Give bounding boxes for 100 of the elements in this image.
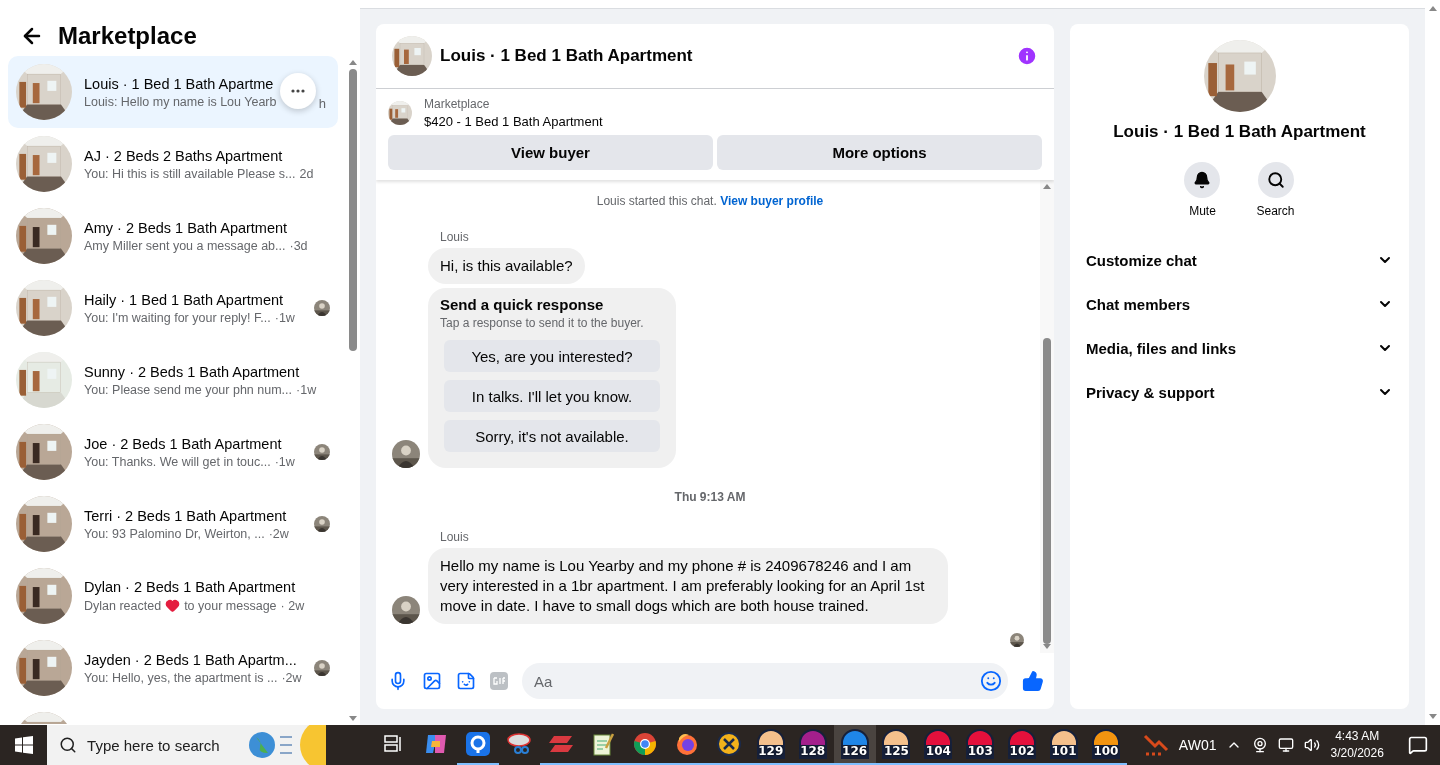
taskbar-app[interactable]: 104 [917,725,960,765]
chat-title: Louis · 1 Bed 1 Bath Apartment [440,46,694,66]
taskbar-app[interactable]: 101 [1043,725,1085,765]
timestamp: ·3d [289,238,308,253]
firefox-icon [675,732,699,756]
taskbar-app[interactable]: 126 [833,725,876,765]
quick-reply-button[interactable]: Sorry, it's not available. [444,420,660,452]
more-icon [291,89,305,93]
conversation-item[interactable]: Joe · 2 Beds 1 Bath Apartment You: Thanks. We will get in touc... ·1w [8,416,338,488]
conversation-item[interactable]: Dylan · 2 Beds 1 Bath Apartment Dylan reacted to your message · 2w [8,560,338,632]
task-view-icon [383,735,404,753]
clock[interactable]: 4:43 AM 3/20/2026 [1330,728,1384,762]
conversation-item[interactable]: Terri · 2 Beds 1 Bath Apartment You: 93 Palomino Dr, Weirton, ... ·2w [8,488,338,560]
message-preview: Amy Miller sent you a message ab... [84,238,286,253]
section-header[interactable]: Chat members [1086,282,1393,326]
taskbar-app[interactable]: 103 [959,725,1002,765]
conversation-item[interactable]: Louis · 1 Bed 1 Bath Apartme Louis: Hello my name is Lou Yearb h [8,56,338,128]
message-preview: You: Thanks. We will get in touc... [84,454,271,469]
conversation-title: Haily · 1 Bed 1 Bath Apartment [84,291,284,308]
conversation-item[interactable]: Amy · 2 Beds 1 Bath Apartment Amy Miller sent you a message ab... ·3d [8,200,338,272]
conversation-title: Sunny · 2 Beds 1 Bath Apartment [84,363,300,380]
conversation-title: Louis · 1 Bed 1 Bath Apartme [84,75,274,92]
sender-name: Louis [440,530,470,544]
info-icon[interactable] [1016,45,1038,67]
search-icon [1266,171,1285,189]
quick-reply-button[interactable]: Yes, are you interested? [444,340,660,372]
quick-response-title: Send a quick response [440,296,605,313]
volume-icon[interactable] [1304,737,1321,753]
webcam-icon[interactable] [1252,737,1269,753]
message-time: Thu 9:13 AM [674,490,746,504]
badge-count: 103 [966,744,994,758]
chat-notice: Louis started this chat. View buyer profile [596,194,824,208]
taskbar-app[interactable]: 125 [875,725,918,765]
message-preview: You: Please send me your phn num... [84,382,292,397]
taskbar-app[interactable]: 128 [791,725,834,765]
location-pin-icon [465,732,490,756]
message-preview: Louis: Hello my name is Lou Yearb [84,94,277,109]
timestamp: ·2w [281,670,302,685]
notepad-icon [592,732,615,756]
quick-reply-button[interactable]: In talks. I'll let you know. [444,380,660,412]
stripes-icon [548,734,575,754]
quick-response-hint: Tap a response to send it to the buyer. [440,316,645,330]
page-title: Marketplace [58,22,197,50]
action-button[interactable]: More options [717,135,1042,170]
search-icon [59,736,78,754]
badge-count: 100 [1092,744,1120,758]
sender-name: Louis [440,230,470,244]
badge-count: 104 [924,744,952,758]
microphone-icon[interactable] [388,671,408,691]
timestamp: 2d [299,166,314,181]
windows-logo-icon [14,736,33,754]
section-header[interactable]: Privacy & support [1086,370,1393,414]
conversation-title: Amy · 2 Beds 1 Bath Apartment [84,219,288,236]
buyer-profile-link[interactable]: View buyer profile [720,194,824,208]
conversation-item[interactable]: Jayden · 2 Beds 1 Bath Apartm... You: Hello, yes, the apartment is ... ·2w [8,632,338,704]
badge-count: 129 [757,744,785,758]
badge-count: 125 [882,744,910,758]
notifications-icon[interactable] [1407,735,1428,755]
thumbs-up-icon[interactable] [1022,670,1044,692]
conversation-title: Dylan · 2 Beds 1 Bath Apartment [84,579,296,595]
conversation-name: Louis · 1 Bed 1 Bath Apartment [1113,122,1366,142]
timestamp: ·1w [274,454,295,469]
message-preview: Dylan reacted [84,598,162,613]
conversation-item[interactable]: AJ · 2 Beds 2 Baths Apartment You: Hi this is still available Please s... 2d [8,128,338,200]
listing-label: Marketplace [424,97,491,111]
message-preview: You: I'm waiting for your reply! F... [84,310,271,325]
scrollbar[interactable] [1040,180,1054,653]
timestamp: ·1w [274,310,295,325]
conversation-item[interactable]: Haily · 1 Bed 1 Bath Apartment You: I'm waiting for your reply! F... ·1w [8,272,338,344]
network-icon[interactable] [1278,737,1295,753]
section-header[interactable]: Media, files and links [1086,326,1393,370]
taskbar-app[interactable]: 129 [749,725,792,765]
taskbar-app[interactable]: 100 [1084,725,1127,765]
bell-icon [1193,171,1212,189]
badge-count: 102 [1008,744,1036,758]
emoji-icon[interactable] [980,670,1002,692]
conversation-title: Joe · 2 Beds 1 Bath Apartment [84,435,282,452]
section-header[interactable]: Customize chat [1086,238,1393,282]
timestamp: ·2w [268,526,289,541]
chrome-icon [633,732,658,756]
image-icon[interactable] [422,671,442,691]
conversation-item[interactable]: Sunny · 2 Beds 1 Bath Apartment You: Please send me your phn num... ·1w [8,344,338,416]
sticker-icon[interactable] [456,671,476,691]
message-preview: You: Hello, yes, the apartment is ... [84,670,278,685]
message-preview: You: Hi this is still available Please s... [84,166,296,181]
timestamp: ·1w [296,382,317,397]
message-input[interactable]: Aa [522,663,1008,699]
message-bubble: Hello my name is Lou Yearby and my phone # is 2409678246 and I am very interested in a 1br apartment. I am preferably looking for an April 1st move in date. I have to small dogs which are both house trained. [428,548,948,624]
timestamp: · 2w [280,598,305,613]
timestamp: h [318,96,326,111]
badge-count: 126 [841,744,869,758]
heart-icon [165,598,181,613]
taskbar-app[interactable]: 102 [1001,725,1044,765]
action-button[interactable]: View buyer [388,135,713,170]
message-bubble: Hi, is this available? [428,248,585,284]
taskbar-search[interactable]: Type here to search [47,725,327,765]
conversation-title: Terri · 2 Beds 1 Bath Apartment [84,507,287,524]
conversation-title: Jayden · 2 Beds 1 Bath Apartm... [84,651,297,668]
message-preview: You: 93 Palomino Dr, Weirton, ... [84,526,265,541]
chart-down-icon [1142,734,1169,756]
